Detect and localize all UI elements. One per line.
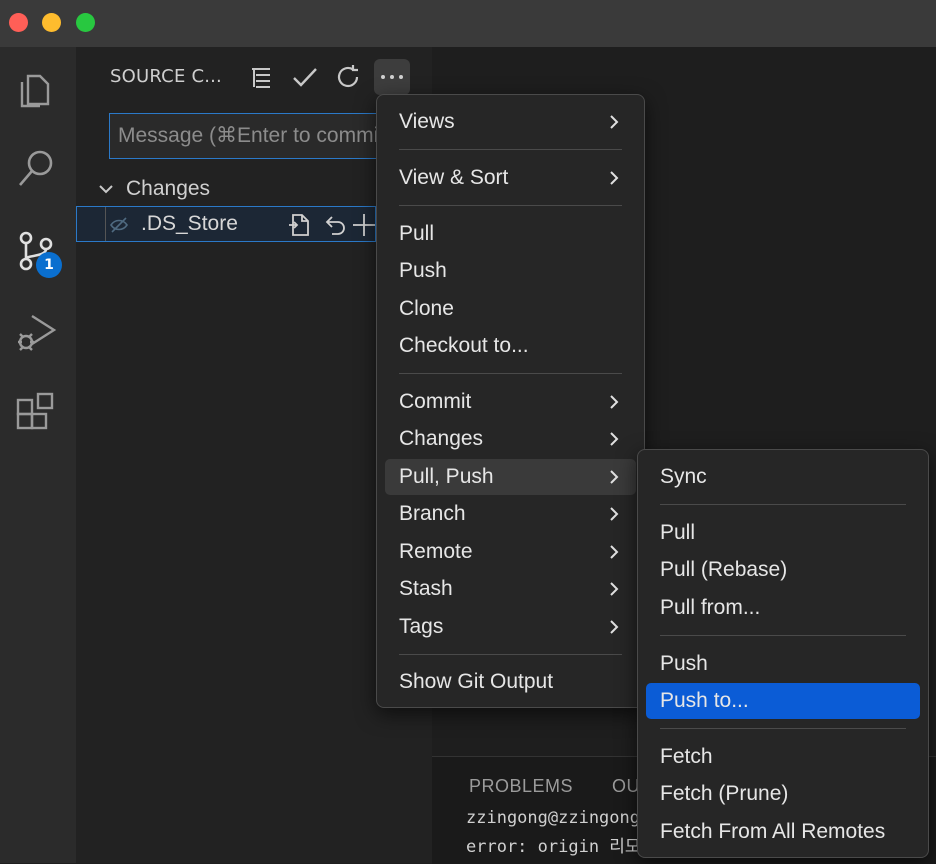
menu-item-label: Push to... bbox=[660, 689, 749, 712]
submenu-item-pull-from[interactable]: Pull from... bbox=[646, 590, 920, 626]
menu-item-label: Pull from... bbox=[660, 596, 761, 619]
changes-section-header[interactable]: Changes bbox=[96, 174, 210, 204]
chevron-right-icon bbox=[610, 620, 619, 634]
menu-separator bbox=[399, 205, 622, 206]
terminal-line: zzingong@zzingong bbox=[466, 808, 640, 828]
menu-item-label: Show Git Output bbox=[399, 670, 554, 693]
menu-item-label: Checkout to... bbox=[399, 334, 529, 357]
tab-problems[interactable]: PROBLEMS bbox=[469, 776, 573, 797]
menu-item-label: Sync bbox=[660, 465, 707, 488]
submenu-item-push-to[interactable]: Push to... bbox=[646, 683, 920, 719]
submenu-item-fetch[interactable]: Fetch bbox=[646, 739, 920, 775]
file-name: .DS_Store bbox=[141, 212, 238, 235]
chevron-right-icon bbox=[610, 470, 619, 484]
menu-item-label: Pull bbox=[660, 521, 696, 544]
file-hidden-icon bbox=[110, 217, 128, 233]
menu-item-label: Fetch bbox=[660, 745, 713, 768]
discard-changes-icon[interactable] bbox=[320, 211, 348, 239]
menu-item-views[interactable]: Views bbox=[385, 104, 636, 140]
menu-item-label: Pull, Push bbox=[399, 465, 494, 488]
submenu-item-pull[interactable]: Pull bbox=[646, 515, 920, 551]
menu-item-label: Pull (Rebase) bbox=[660, 558, 788, 581]
menu-separator bbox=[399, 654, 622, 655]
source-control-more-actions-menu: Views View & Sort Pull Push Clone Checko… bbox=[376, 94, 645, 708]
menu-item-remote[interactable]: Remote bbox=[385, 534, 636, 570]
refresh-icon[interactable] bbox=[333, 62, 363, 92]
changes-label: Changes bbox=[126, 177, 211, 200]
menu-item-branch[interactable]: Branch bbox=[385, 496, 636, 532]
menu-separator bbox=[660, 504, 906, 505]
explorer-icon[interactable] bbox=[14, 66, 58, 110]
submenu-item-pull-rebase[interactable]: Pull (Rebase) bbox=[646, 552, 920, 588]
menu-item-label: Fetch (Prune) bbox=[660, 782, 789, 805]
menu-item-label: Clone bbox=[399, 297, 454, 320]
terminal-line: error: origin 리모 bbox=[466, 837, 641, 857]
search-icon[interactable] bbox=[14, 146, 58, 190]
close-window-button[interactable] bbox=[9, 13, 28, 32]
stage-changes-icon[interactable] bbox=[350, 211, 378, 239]
chevron-right-icon bbox=[610, 545, 619, 559]
menu-item-clone[interactable]: Clone bbox=[385, 291, 636, 327]
menu-item-commit[interactable]: Commit bbox=[385, 384, 636, 420]
menu-item-label: Branch bbox=[399, 502, 466, 525]
menu-item-pull-push[interactable]: Pull, Push bbox=[385, 459, 636, 495]
menu-item-changes[interactable]: Changes bbox=[385, 421, 636, 457]
menu-item-label: Pull bbox=[399, 222, 435, 245]
menu-item-pull[interactable]: Pull bbox=[385, 216, 636, 252]
changes-count-badge: 1 bbox=[36, 252, 62, 278]
chevron-right-icon bbox=[610, 171, 619, 185]
menu-item-checkout-to[interactable]: Checkout to... bbox=[385, 328, 636, 364]
menu-item-view-sort[interactable]: View & Sort bbox=[385, 160, 636, 196]
chevron-right-icon bbox=[610, 432, 619, 446]
pull-push-submenu: Sync Pull Pull (Rebase) Pull from... Pus… bbox=[637, 449, 929, 858]
more-actions-button[interactable] bbox=[374, 59, 410, 95]
menu-item-show-git-output[interactable]: Show Git Output bbox=[385, 664, 636, 700]
submenu-item-sync[interactable]: Sync bbox=[646, 459, 920, 495]
title-bar bbox=[0, 0, 936, 47]
menu-separator bbox=[399, 373, 622, 374]
commit-message-field[interactable] bbox=[110, 114, 408, 158]
menu-item-label: Remote bbox=[399, 540, 473, 563]
chevron-right-icon bbox=[610, 582, 619, 596]
zoom-window-button[interactable] bbox=[76, 13, 95, 32]
menu-item-label: Stash bbox=[399, 577, 453, 600]
changed-file-row[interactable]: .DS_Store bbox=[76, 206, 376, 242]
menu-item-label: Tags bbox=[399, 615, 444, 638]
chevron-right-icon bbox=[610, 115, 619, 129]
menu-item-label: Commit bbox=[399, 390, 472, 413]
menu-item-push[interactable]: Push bbox=[385, 253, 636, 289]
submenu-item-fetch-all-remotes[interactable]: Fetch From All Remotes bbox=[646, 814, 920, 850]
menu-item-label: Push bbox=[660, 652, 708, 675]
submenu-item-fetch-prune[interactable]: Fetch (Prune) bbox=[646, 776, 920, 812]
submenu-item-push[interactable]: Push bbox=[646, 646, 920, 682]
tree-indent-guide bbox=[105, 207, 106, 241]
menu-item-label: Changes bbox=[399, 427, 484, 450]
minimize-window-button[interactable] bbox=[42, 13, 61, 32]
menu-separator bbox=[399, 149, 622, 150]
commit-check-icon[interactable] bbox=[290, 62, 320, 92]
menu-item-label: Fetch From All Remotes bbox=[660, 820, 886, 843]
chevron-down-icon bbox=[99, 185, 113, 194]
view-as-tree-icon[interactable] bbox=[246, 62, 276, 92]
menu-item-tags[interactable]: Tags bbox=[385, 609, 636, 645]
open-file-icon[interactable] bbox=[285, 211, 313, 239]
menu-separator bbox=[660, 635, 906, 636]
menu-item-stash[interactable]: Stash bbox=[385, 571, 636, 607]
chevron-right-icon bbox=[610, 395, 619, 409]
tab-output[interactable]: OU bbox=[612, 776, 640, 797]
run-debug-icon[interactable] bbox=[14, 310, 58, 354]
menu-item-label: Views bbox=[399, 110, 455, 133]
chevron-right-icon bbox=[610, 507, 619, 521]
menu-separator bbox=[660, 728, 906, 729]
menu-item-label: Push bbox=[399, 259, 447, 282]
menu-item-label: View & Sort bbox=[399, 166, 509, 189]
extensions-icon[interactable] bbox=[14, 392, 58, 436]
sidebar-title: SOURCE C... bbox=[110, 66, 222, 87]
commit-message-input[interactable] bbox=[109, 113, 409, 159]
